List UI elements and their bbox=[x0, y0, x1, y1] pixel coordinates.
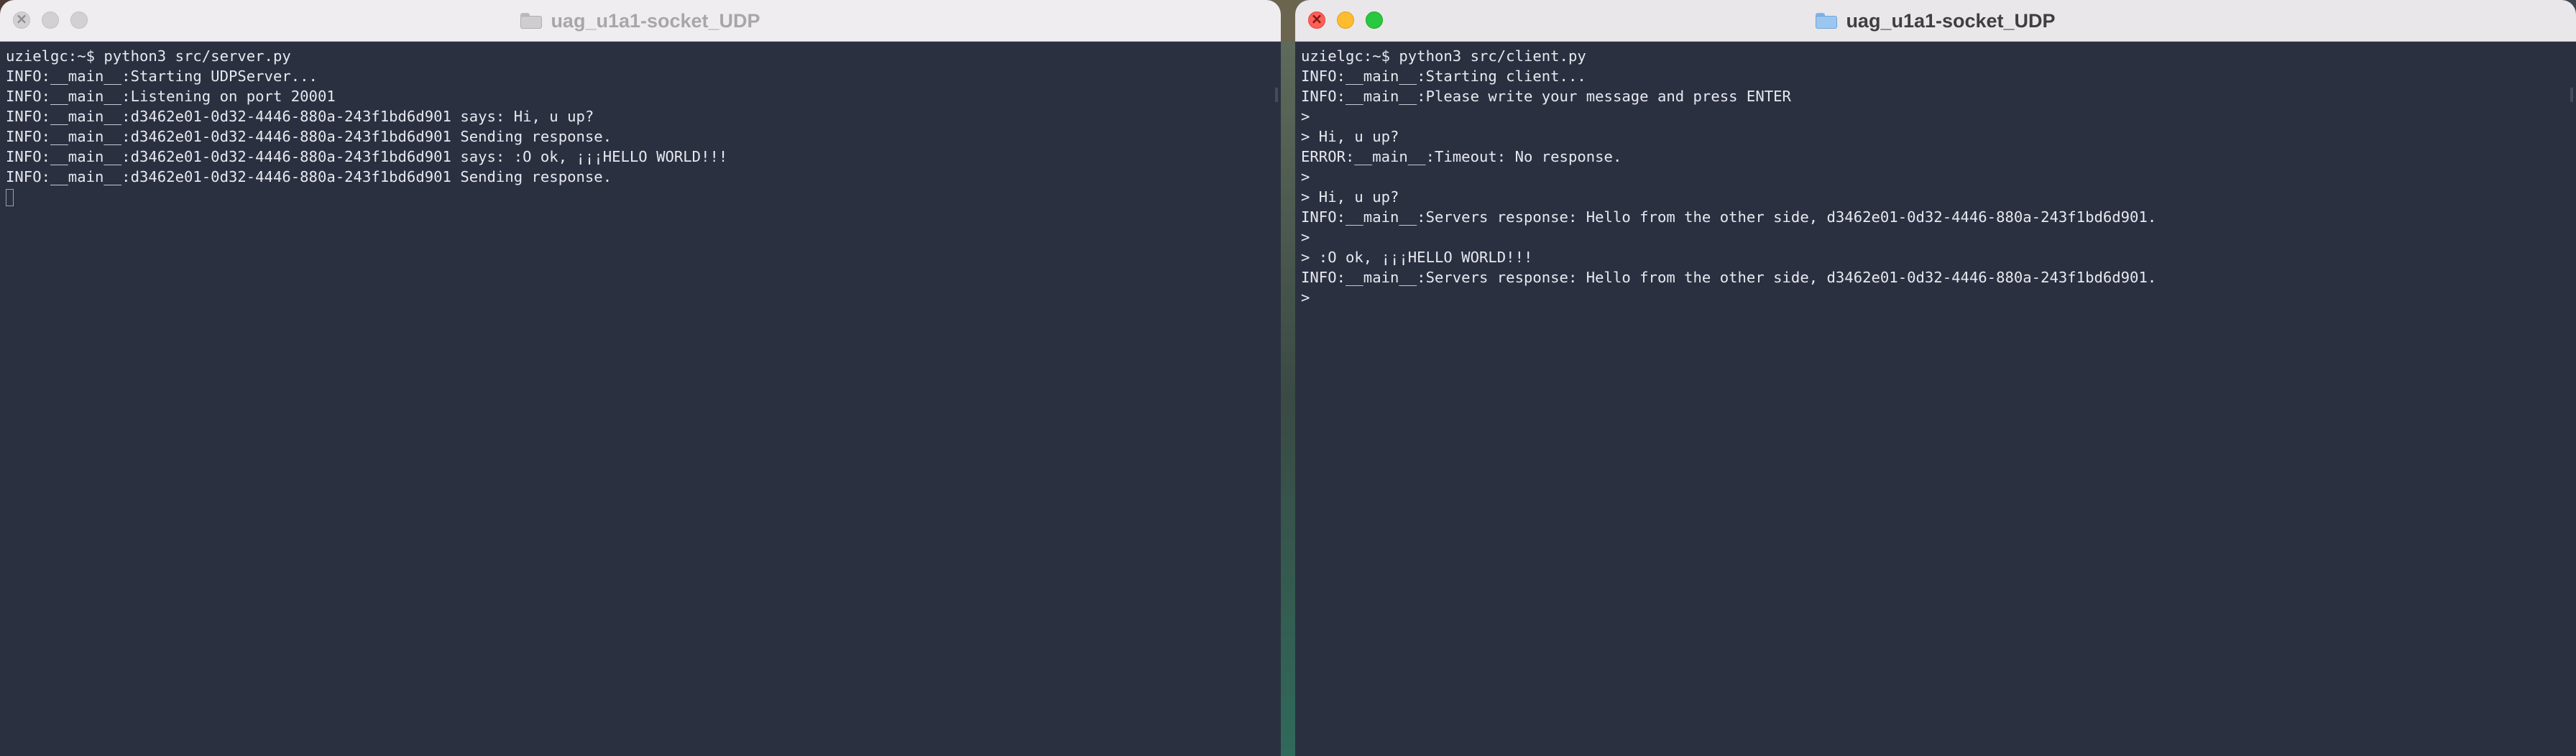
terminal-output[interactable]: uzielgc:~$ python3 src/client.py INFO:__… bbox=[1295, 42, 2576, 756]
terminal-line: uzielgc:~$ python3 src/server.py bbox=[6, 47, 291, 65]
server-terminal-window[interactable]: uag_u1a1-socket_UDP uzielgc:~$ python3 s… bbox=[0, 0, 1281, 756]
window-title-group: uag_u1a1-socket_UDP bbox=[1295, 0, 2576, 42]
terminal-output[interactable]: uzielgc:~$ python3 src/server.py INFO:__… bbox=[0, 42, 1281, 756]
terminal-line: > Hi, u up? bbox=[1301, 128, 1399, 145]
window-title: uag_u1a1-socket_UDP bbox=[551, 9, 760, 32]
terminal-line: INFO:__main__:d3462e01-0d32-4446-880a-24… bbox=[6, 168, 612, 185]
window-title-group: uag_u1a1-socket_UDP bbox=[0, 0, 1281, 42]
client-terminal-window[interactable]: uag_u1a1-socket_UDP uzielgc:~$ python3 s… bbox=[1295, 0, 2576, 756]
folder-icon bbox=[1816, 13, 1838, 29]
desktop-gap bbox=[1281, 42, 1295, 756]
terminal-prompt-line[interactable]: > bbox=[1301, 287, 2576, 308]
terminal-line: uzielgc:~$ python3 src/client.py bbox=[1301, 47, 1586, 65]
terminal-line: INFO:__main__:Starting client... bbox=[1301, 68, 1586, 85]
terminal-line: INFO:__main__:Please write your message … bbox=[1301, 88, 1791, 105]
scrollbar[interactable] bbox=[2570, 88, 2573, 102]
terminal-line: ERROR:__main__:Timeout: No response. bbox=[1301, 148, 1622, 165]
window-titlebar[interactable]: uag_u1a1-socket_UDP bbox=[1295, 0, 2576, 42]
terminal-line: > bbox=[1301, 229, 1310, 246]
terminal-line: INFO:__main__:d3462e01-0d32-4446-880a-24… bbox=[6, 108, 594, 125]
folder-icon bbox=[520, 13, 543, 29]
terminal-line: > bbox=[1301, 108, 1310, 125]
terminal-line: INFO:__main__:Servers response: Hello fr… bbox=[1301, 208, 2157, 226]
terminal-line: INFO:__main__:Listening on port 20001 bbox=[6, 88, 336, 105]
terminal-line: INFO:__main__:d3462e01-0d32-4446-880a-24… bbox=[6, 148, 728, 165]
window-title: uag_u1a1-socket_UDP bbox=[1846, 9, 2056, 32]
scrollbar[interactable] bbox=[1275, 88, 1278, 102]
cursor-line bbox=[6, 187, 1281, 207]
terminal-line: > bbox=[1301, 168, 1310, 185]
terminal-line: > :O ok, ¡¡¡HELLO WORLD!!! bbox=[1301, 249, 1533, 266]
terminal-line: INFO:__main__:Servers response: Hello fr… bbox=[1301, 269, 2157, 286]
terminal-line: INFO:__main__:Starting UDPServer... bbox=[6, 68, 318, 85]
window-titlebar[interactable]: uag_u1a1-socket_UDP bbox=[0, 0, 1281, 42]
terminal-line: > Hi, u up? bbox=[1301, 188, 1399, 206]
desktop: uag_u1a1-socket_UDP uzielgc:~$ python3 s… bbox=[0, 0, 2576, 756]
terminal-line: INFO:__main__:d3462e01-0d32-4446-880a-24… bbox=[6, 128, 612, 145]
text-cursor bbox=[6, 189, 14, 206]
